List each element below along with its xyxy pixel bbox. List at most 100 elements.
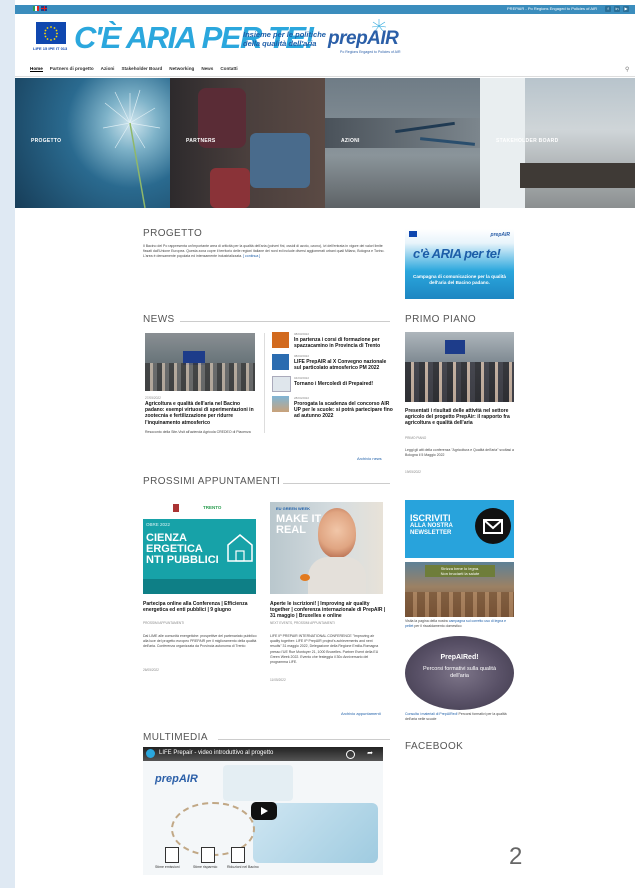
news-main-image[interactable] [145,333,255,391]
news-item-date: 04/03/2022 [294,376,310,380]
news-list-item[interactable]: 04/03/2022 Tornano i Mercoledì di Prepai… [272,376,392,396]
newsletter-banner[interactable]: ISCRIVITI ALLA NOSTRA NEWSLETTER [405,500,514,558]
news-list: 08/03/2022 In partenza i corsi di formaz… [272,332,394,424]
nav-networking[interactable]: Networking [169,66,194,72]
top-bar: PREPAIR - Po Regions Engaged to Policies… [15,5,635,14]
section-title-appuntamenti: PROSSIMI APPUNTAMENTI [143,476,281,487]
share-icon[interactable]: ➦ [367,749,373,757]
prepaired-title: PrepAIRed! [440,654,479,661]
linkedin-icon[interactable]: in [614,6,620,12]
prepaired-link[interactable]: Consulta i materiali di PrepAIRed! [405,712,458,716]
video-doc-icon-1 [165,847,179,863]
appuntamenti-archive-link[interactable]: Archivio appuntamenti [341,711,381,716]
news-item-title[interactable]: Tornano i Mercoledì di Prepaired! [294,381,394,387]
nav-azioni[interactable]: Azioni [101,66,115,72]
green-week-label: EU GREEN WEEK [276,506,311,511]
envelope-icon [483,519,503,534]
campaign-headline: c'è ARIA per te! [413,246,501,261]
watch-later-icon[interactable] [346,750,355,759]
make-it-real-line-2: REAL [276,524,306,536]
topbar-tagline: PREPAIR - Po Regions Engaged to Policies… [507,6,597,11]
news-title-rule [180,321,390,322]
fireplace-room [405,592,514,617]
news-thumb [272,376,291,392]
primo-piano-image[interactable] [405,332,514,402]
butterfly-icon [300,574,310,581]
hero-panel-azioni[interactable]: AZIONI [325,78,480,208]
video-title-bar: LIFE Prepair - video introduttivo al pro… [143,747,383,761]
prepair-logo-subtitle: Po Regions Engaged to Policies of AIR [340,50,401,54]
campaign-banner[interactable]: prepAIR c'è ARIA per te! Campagna di com… [405,229,514,299]
slogan-sub-line-1: Insieme per le politiche [243,30,326,39]
hero-label-azioni: AZIONI [341,138,360,144]
news-item-title[interactable]: Prorogata la scadenza del concorso AIR U… [294,401,394,420]
primo-piano-title[interactable]: Presentati i risultati delle attività ne… [405,408,517,427]
news-list-item[interactable]: 08/03/2022 LIFE PrepAIR al X Convegno na… [272,354,392,376]
hero-label-stakeholder-board: STAKEHOLDER BOARD [496,138,559,144]
nav-news[interactable]: News [201,66,213,72]
progetto-continua-link[interactable]: [ continua ] [243,254,260,258]
news-main-title[interactable]: Agricoltura e qualità dell'aria nel Baci… [145,401,260,426]
hero-panel-partners[interactable]: PARTNERS [170,78,325,208]
woman-portrait [318,508,356,558]
hero-label-progetto: PROGETTO [31,138,62,144]
section-title-multimedia: MULTIMEDIA [143,732,208,743]
section-title-primo-piano: PRIMO PIANO [405,314,477,325]
campaign-description: Campagna di comunicazione per la qualità… [413,274,506,285]
news-thumb [272,354,289,370]
wood-campaign-image[interactable]: Strizza bene lo legna. Non bruciarti la … [405,562,514,617]
news-thumb [272,396,289,412]
uk-flag-icon[interactable] [41,6,47,11]
screen-banner [445,340,465,354]
woman-shoulders [308,557,366,594]
prepaired-subtitle: Percorsi formativi sulla qualità dell'ar… [422,666,497,679]
hero-panel-progetto[interactable]: PROGETTO [15,78,170,208]
slogan-sub-line-2: della qualità dell'aria [243,39,317,48]
search-icon[interactable]: ⚲ [625,66,629,73]
image-headline: CIENZA ERGETICA NTI PUBBLICI [146,533,219,566]
youtube-icon[interactable]: ▶ [623,6,629,12]
prepaired-image[interactable]: PrepAIRed! Percorsi formativi sulla qual… [405,636,514,710]
channel-avatar [146,749,155,758]
prepair-logo[interactable]: prepAIR [328,28,399,50]
play-button[interactable] [251,802,277,820]
appuntamento-right-title[interactable]: Aperte le iscrizioni! | Improving air qu… [270,601,387,620]
wood-text-pre: Visita la pagina della nostra [405,619,449,623]
nav-partners[interactable]: Partners di progetto [50,66,94,72]
eu-logo[interactable] [36,22,66,44]
nav-stakeholder-board[interactable]: Stakeholder Board [121,66,162,72]
eu-flag-icon [409,231,417,237]
newsletter-text: ISCRIVITI ALLA NOSTRA NEWSLETTER [410,514,453,537]
appuntamento-right-image[interactable]: EU GREEN WEEK MAKE IT REAL [270,502,383,594]
appuntamento-left-image[interactable]: TRENTO OBRE 2022 CIENZA ERGETICA NTI PUB… [143,502,256,594]
appuntamenti-title-rule [283,483,390,484]
nav-divider [15,76,635,77]
video-doc-icon-3 [231,847,245,863]
meeting-table [520,163,635,188]
news-item-title[interactable]: In partenza i corsi di formazione per sp… [294,337,394,349]
puzzle-piece-blue [250,133,310,188]
main-nav: Home Partners di progetto Azioni Stakeho… [30,66,238,72]
hero-panel-stakeholder[interactable]: STAKEHOLDER BOARD [480,78,635,208]
italian-flag-icon[interactable] [33,6,39,11]
nav-contatti[interactable]: Contatti [220,66,237,72]
newsletter-line-3: NEWSLETTER [410,530,452,536]
prepaired-text: Consulta i materiali di PrepAIRed! Perco… [405,712,517,722]
appuntamento-left-title[interactable]: Partecipa online alla Conferenza | Effic… [143,601,258,613]
news-list-item[interactable]: 28/04/2022 Prorogata la scadenza del con… [272,396,394,424]
news-archive-link[interactable]: Archivio news [357,456,382,461]
facebook-icon[interactable]: f [605,6,611,12]
nav-home[interactable]: Home [30,66,43,72]
video-brand: prepAIR [155,773,198,785]
image-date-strip: OBRE 2022 [146,522,171,527]
hero-banner: PROGETTO PARTNERS AZIONI STAKEHOLDER BOA… [15,78,635,208]
wood-campaign-text: Visita la pagina della nostra campagna s… [405,619,515,629]
news-list-item[interactable]: 08/03/2022 In partenza i corsi di formaz… [272,332,392,354]
video-player[interactable]: LIFE Prepair - video introduttivo al pro… [143,747,383,875]
video-illustration-top [223,765,293,801]
make-it-real-text: MAKE IT REAL [276,514,321,536]
house-icon [227,534,253,562]
video-title: LIFE Prepair - video introduttivo al pro… [159,750,274,756]
news-item-title[interactable]: LIFE PrepAIR al X Convegno nazionale sul… [294,359,394,371]
news-main-text: Resoconto della Site-Visit all'azienda A… [145,430,251,434]
